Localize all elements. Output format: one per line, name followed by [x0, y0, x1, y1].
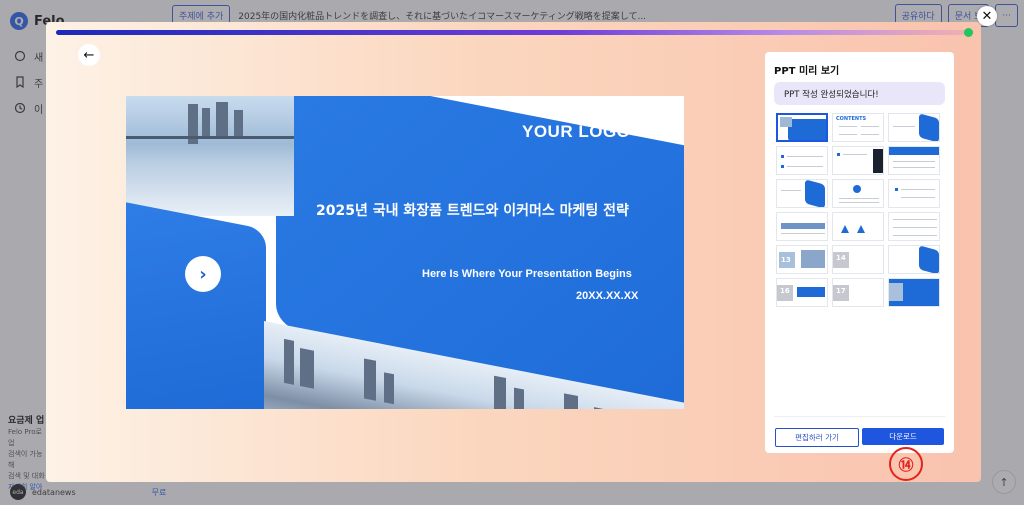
building	[514, 387, 524, 409]
progress-fill	[56, 30, 968, 35]
thumb-shape	[797, 287, 825, 297]
chevron-right-icon: ›	[185, 256, 221, 292]
divider	[774, 416, 945, 417]
thumb-line	[781, 190, 801, 191]
close-icon: ✕	[981, 8, 993, 24]
status-message: PPT 작성 완성되었습니다!	[774, 82, 945, 105]
slide-thumbnail-grid: CONTENTS 13 14 16 17	[776, 113, 940, 307]
slide-thumbnail[interactable]	[776, 146, 828, 175]
slide-thumbnail[interactable]	[832, 146, 884, 175]
slide-thumbnail[interactable]	[888, 179, 940, 208]
slide-thumbnail[interactable]: CONTENTS	[832, 113, 884, 142]
thumb-line	[843, 154, 867, 155]
step-marker: ⑭	[889, 447, 923, 481]
slide-thumbnail[interactable]	[888, 245, 940, 274]
slide-date: 20XX.XX.XX	[576, 290, 639, 302]
thumb-shape	[841, 225, 849, 233]
slide-thumbnail[interactable]	[888, 278, 940, 307]
panel-title: PPT 미리 보기	[774, 66, 840, 77]
thumb-shape	[853, 185, 861, 193]
download-button[interactable]: 다운로드	[862, 428, 944, 445]
thumb-photo	[889, 283, 903, 301]
slide-blue-left-panel	[126, 198, 266, 409]
waterline	[126, 136, 294, 139]
thumb-shape	[873, 149, 883, 173]
thumb-line	[839, 134, 857, 135]
slide-thumbnail[interactable]: 13	[776, 245, 828, 274]
arrow-left-icon: ←	[83, 47, 95, 63]
thumb-shape	[895, 188, 898, 191]
thumb-line	[839, 202, 879, 203]
slide-thumbnail[interactable]: 14	[832, 245, 884, 274]
thumb-line	[893, 235, 937, 236]
thumb-shape	[919, 246, 939, 273]
thumb-line	[901, 189, 935, 190]
slide-thumbnail[interactable]	[832, 179, 884, 208]
building	[202, 108, 210, 138]
slide-thumbnail[interactable]	[776, 212, 828, 241]
slide-subtitle: Here Is Where Your Presentation Begins	[422, 268, 632, 280]
slide-preview[interactable]: YOUR LOGO 2025년 국내 화장품 트렌드와 이커머스 마케팅 전략 …	[126, 96, 684, 409]
thumb-line	[893, 167, 935, 168]
thumb-line	[861, 134, 879, 135]
thumb-line	[893, 227, 937, 228]
slide-thumbnail[interactable]	[776, 113, 828, 142]
slide-thumbnail[interactable]	[888, 113, 940, 142]
building	[216, 102, 228, 138]
thumb-line	[787, 156, 823, 157]
thumb-shape	[919, 114, 939, 141]
building	[364, 358, 376, 401]
thumb-shape	[857, 225, 865, 233]
thumb-photo	[780, 117, 792, 127]
thumb-shape	[781, 155, 784, 158]
thumb-shape	[837, 153, 840, 156]
thumb-number: 17	[836, 287, 846, 295]
thumb-text: CONTENTS	[836, 116, 867, 122]
slide-title: 2025년 국내 화장품 트렌드와 이커머스 마케팅 전략	[316, 203, 629, 219]
thumb-shape	[788, 119, 826, 140]
slide-thumbnail[interactable]	[888, 146, 940, 175]
thumb-line	[781, 233, 825, 234]
thumb-shape	[781, 223, 825, 229]
ppt-generation-modal: ← YOUR LOGO 2025년 국내 화장품 트렌드와 이커머스 마케팅 전…	[46, 22, 981, 482]
complete-status-icon	[964, 28, 973, 37]
thumb-line	[893, 219, 937, 220]
thumb-shape	[805, 180, 825, 207]
thumb-line	[893, 161, 935, 162]
slide-thumbnail[interactable]: 17	[832, 278, 884, 307]
ppt-preview-panel: PPT 미리 보기 PPT 작성 완성되었습니다! CONTENTS 13 14…	[765, 52, 954, 453]
back-button[interactable]: ←	[78, 44, 100, 66]
building	[300, 347, 314, 389]
thumb-line	[787, 166, 823, 167]
building	[494, 375, 506, 409]
thumb-number: 13	[781, 256, 791, 264]
thumb-line	[901, 197, 935, 198]
slide-thumbnail[interactable]	[888, 212, 940, 241]
edit-button[interactable]: 편집하러 가기	[775, 428, 859, 447]
slide-thumbnail[interactable]	[832, 212, 884, 241]
building	[284, 338, 294, 385]
building	[594, 407, 604, 409]
status-text: PPT 작성 완성되었습니다!	[784, 89, 879, 100]
slide-logo-text: YOUR LOGO	[522, 122, 631, 141]
slide-thumbnail[interactable]: 16	[776, 278, 828, 307]
thumb-number: 14	[836, 254, 846, 262]
thumb-number: 16	[780, 287, 790, 295]
thumb-shape	[781, 165, 784, 168]
thumb-line	[839, 198, 879, 199]
thumb-line	[839, 126, 857, 127]
close-modal-button[interactable]: ✕	[977, 6, 997, 26]
thumb-photo	[801, 250, 825, 268]
building	[564, 393, 578, 409]
thumb-shape	[889, 147, 939, 155]
thumb-line	[893, 126, 915, 127]
slide-thumbnail[interactable]	[776, 179, 828, 208]
thumb-line	[861, 126, 879, 127]
building	[234, 110, 243, 136]
generation-progress-bar	[56, 30, 968, 35]
city-photo-top	[126, 96, 294, 216]
building	[384, 372, 394, 405]
